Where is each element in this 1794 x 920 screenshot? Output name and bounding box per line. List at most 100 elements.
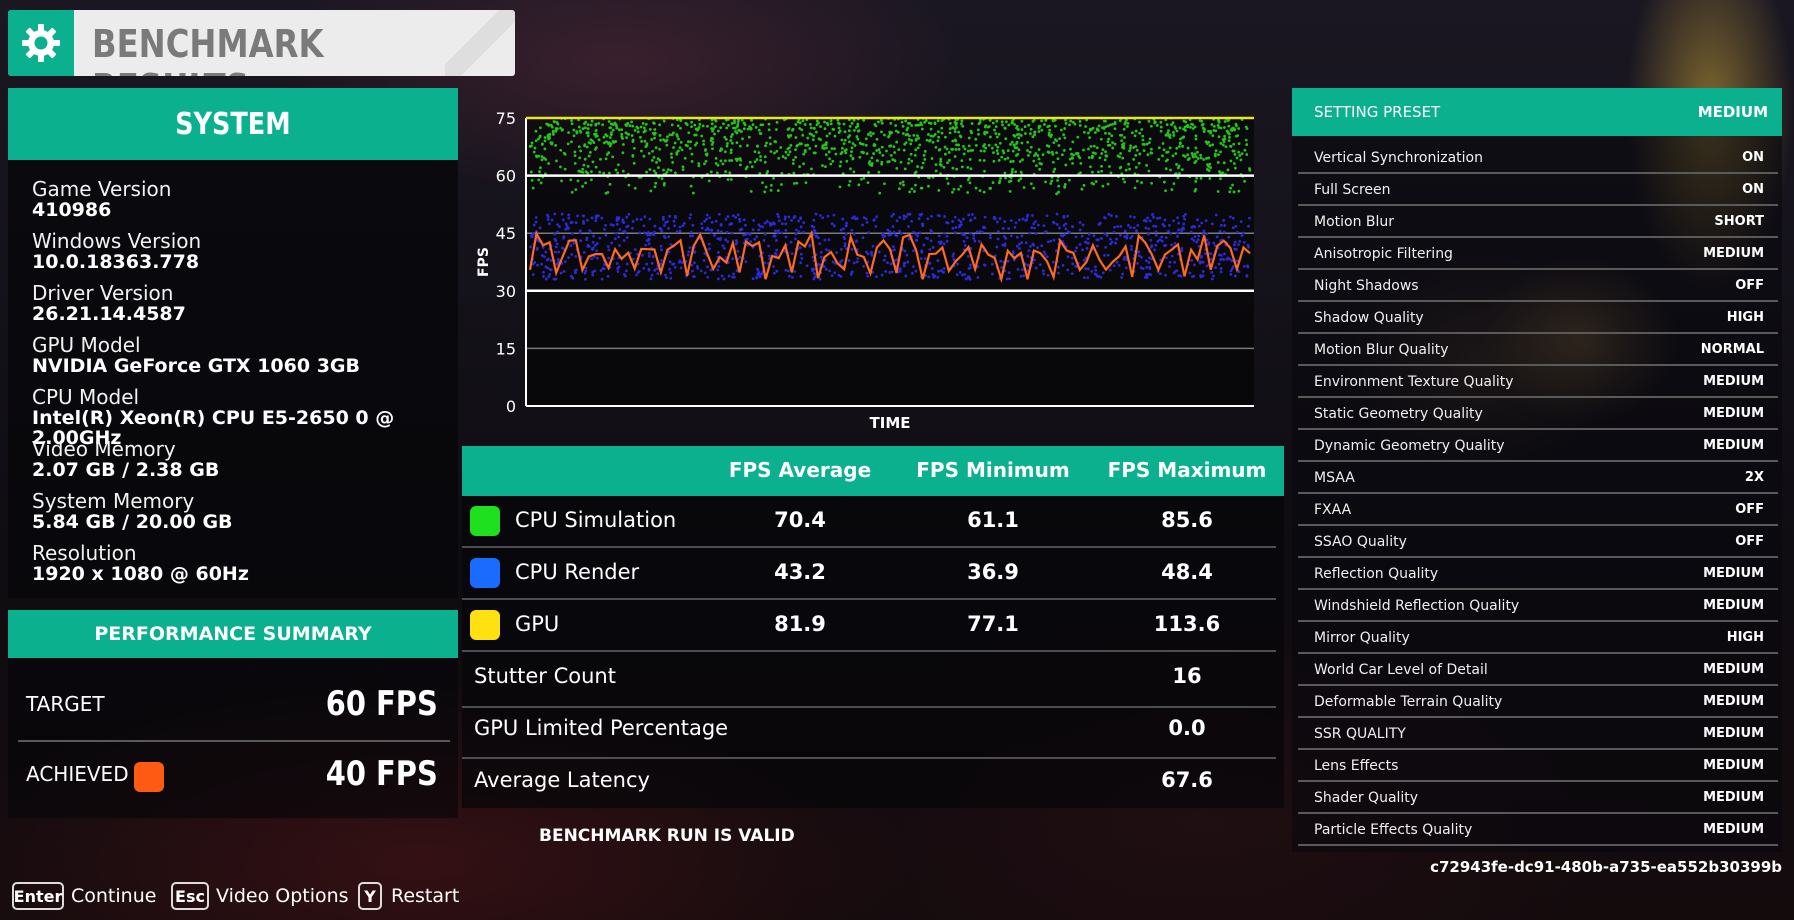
cpu-simulation-point [1222, 140, 1226, 144]
restart-label[interactable]: Restart [391, 885, 459, 907]
cpu-render-point [1164, 256, 1168, 260]
cpu-simulation-point [963, 147, 967, 151]
cpu-simulation-point [809, 126, 813, 130]
cpu-simulation-point [1057, 190, 1060, 194]
cpu-simulation-point [767, 122, 771, 126]
cpu-render-point [1143, 275, 1147, 279]
cpu-simulation-point [1013, 146, 1017, 150]
y-tick-label: 60 [496, 167, 516, 186]
cpu-render-point [777, 215, 781, 219]
cpu-render-point [799, 261, 803, 265]
cpu-simulation-point [1216, 161, 1220, 164]
cpu-render-point [1042, 224, 1046, 228]
cpu-simulation-point [792, 182, 796, 185]
cpu-render-point [966, 255, 970, 258]
esc-key-hint[interactable]: Esc [171, 882, 209, 910]
cpu-simulation-point [1212, 124, 1216, 128]
cpu-render-point [669, 271, 672, 275]
cpu-simulation-point [1021, 158, 1024, 162]
cpu-simulation-point [927, 133, 930, 136]
cpu-simulation-point [1035, 164, 1038, 168]
cpu-render-point [707, 242, 711, 246]
cpu-render-point [671, 262, 675, 266]
cpu-render-point [615, 262, 619, 265]
cpu-render-point [937, 269, 940, 273]
cpu-render-point [1222, 219, 1226, 222]
cpu-simulation-point [1026, 149, 1029, 152]
continue-label[interactable]: Continue [71, 885, 156, 907]
cpu-render-point [615, 222, 619, 226]
cpu-simulation-point [1193, 152, 1197, 156]
cpu-simulation-point [1032, 159, 1036, 163]
page-header: BENCHMARK RESULTS [8, 10, 515, 76]
cpu-render-point [1127, 223, 1130, 227]
cpu-render-point [954, 225, 958, 229]
setting-value: OFF [1735, 502, 1764, 517]
cpu-render-point [1070, 272, 1074, 276]
cpu-render-point [1123, 229, 1127, 233]
cpu-simulation-point [722, 122, 725, 126]
cpu-simulation-point [530, 178, 534, 182]
cpu-simulation-point [951, 190, 954, 194]
cpu-render-point [1042, 269, 1045, 273]
cpu-simulation-point [1013, 134, 1017, 138]
cpu-render-point [992, 217, 996, 221]
cpu-simulation-point [910, 139, 914, 142]
cpu-render-point [583, 271, 587, 275]
cpu-render-point [647, 254, 651, 258]
cpu-simulation-point [652, 121, 655, 125]
cpu-simulation-point [832, 128, 836, 131]
cpu-simulation-point [801, 133, 805, 137]
cpu-render-point [747, 232, 751, 235]
cpu-simulation-point [825, 134, 829, 138]
cpu-render-point [940, 269, 943, 272]
cpu-simulation-point [1108, 165, 1111, 168]
setting-name: Static Geometry Quality [1314, 406, 1483, 422]
cpu-render-point [559, 271, 563, 275]
cpu-simulation-point [1011, 159, 1015, 163]
y-key-hint[interactable]: Y [358, 882, 382, 910]
cpu-simulation-point [777, 156, 781, 160]
cpu-simulation-point [704, 149, 707, 152]
cpu-simulation-point [1122, 127, 1126, 131]
setting-name: Shader Quality [1314, 790, 1419, 806]
cpu-simulation-point [1202, 127, 1206, 130]
setting-row: Motion Blur Quality NORMAL [1298, 334, 1778, 366]
cpu-render-point [749, 240, 753, 244]
cpu-simulation-point [1037, 148, 1041, 151]
cpu-simulation-point [537, 178, 541, 182]
cpu-simulation-point [1207, 129, 1210, 133]
cpu-simulation-point [978, 189, 982, 192]
cpu-simulation-point [889, 144, 893, 148]
cpu-render-point [717, 265, 721, 268]
cpu-simulation-point [937, 148, 941, 152]
cpu-simulation-point [887, 160, 891, 163]
cpu-simulation-point [960, 119, 964, 123]
cpu-render-point [1064, 227, 1068, 231]
row-name: CPU Render [515, 560, 640, 584]
cpu-simulation-point [658, 123, 662, 127]
setting-name: Vertical Synchronization [1314, 150, 1483, 166]
cpu-simulation-point [792, 158, 795, 162]
cpu-render-point [818, 214, 822, 217]
enter-key-hint[interactable]: Enter [12, 882, 64, 910]
cpu-render-point [1075, 246, 1078, 250]
cpu-simulation-point [753, 160, 757, 164]
cpu-render-point [1233, 240, 1237, 244]
cpu-simulation-point [1001, 123, 1004, 127]
cpu-render-point [1106, 253, 1110, 257]
cpu-simulation-point [1015, 133, 1019, 136]
cpu-simulation-point [1225, 129, 1229, 133]
cpu-simulation-point [1056, 157, 1060, 161]
cpu-simulation-point [825, 146, 828, 150]
cpu-simulation-point [787, 153, 790, 157]
cpu-simulation-point [824, 153, 828, 156]
cpu-simulation-point [588, 150, 592, 154]
cpu-simulation-point [729, 178, 733, 181]
cpu-render-point [757, 223, 761, 227]
cpu-render-point [1172, 219, 1175, 223]
cpu-render-point [1152, 215, 1156, 219]
video-options-label[interactable]: Video Options [216, 885, 349, 907]
cpu-render-point [595, 249, 599, 253]
cpu-render-point [582, 214, 586, 218]
